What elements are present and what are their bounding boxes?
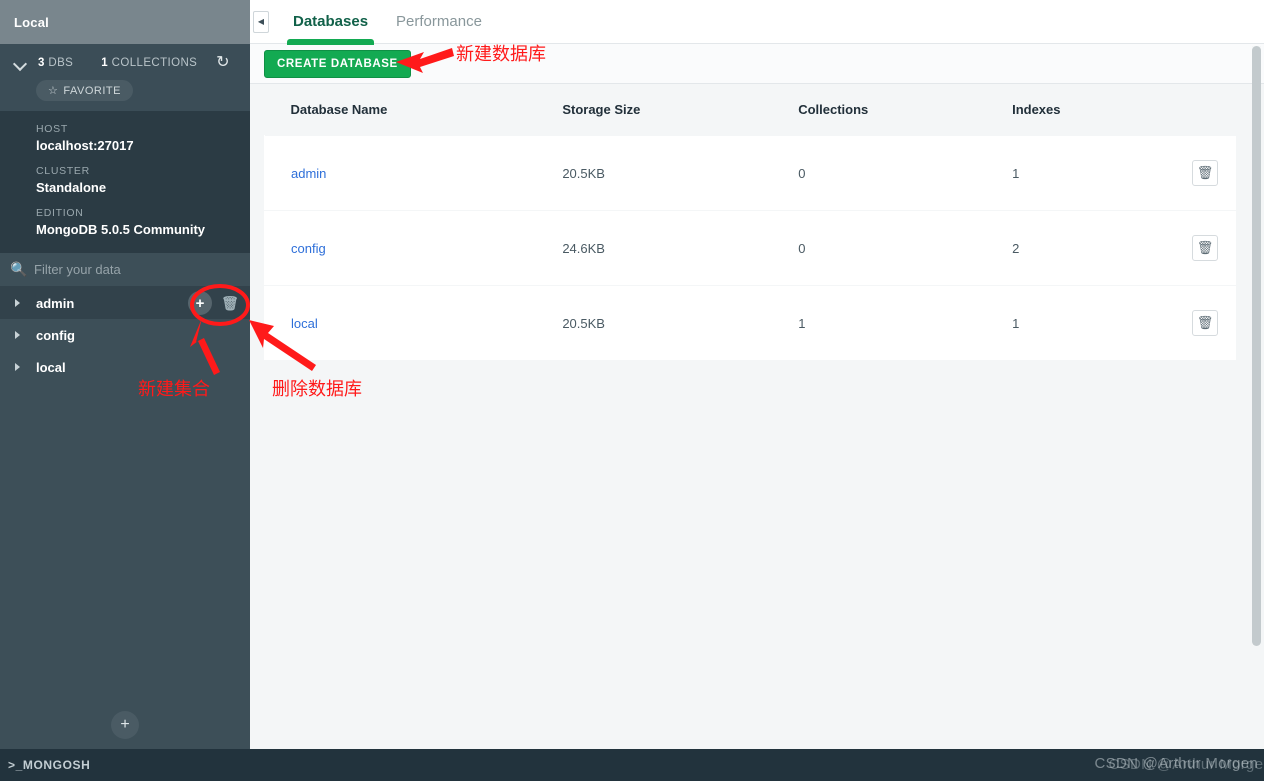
cell-storage-size: 20.5KB <box>536 285 773 361</box>
connection-stats-panel: 3 DBS 1 COLLECTIONS ↻ ☆ FAVORITE <box>0 44 250 111</box>
chevron-right-icon[interactable] <box>14 298 24 308</box>
mongosh-label: >_MONGOSH <box>8 758 91 772</box>
database-link[interactable]: admin <box>291 166 326 181</box>
cell-indexes: 2 <box>986 210 1166 286</box>
column-actions <box>1165 84 1236 136</box>
column-storage-size: Storage Size <box>536 84 773 136</box>
sidebar-item-local[interactable]: local <box>0 351 250 383</box>
cell-collections: 1 <box>772 285 987 361</box>
database-link[interactable]: local <box>291 316 318 331</box>
toolbar: CREATE DATABASE <box>250 44 1264 84</box>
column-indexes: Indexes <box>986 84 1166 136</box>
sidebar: Local 3 DBS 1 COLLECTIONS ↻ ☆ FAVORITE H… <box>0 0 250 749</box>
collections-count: 1 <box>101 57 109 69</box>
dbs-stat: 3 DBS <box>38 57 73 69</box>
compass-window: Local 3 DBS 1 COLLECTIONS ↻ ☆ FAVORITE H… <box>0 0 1264 781</box>
info-host: HOST localhost:27017 <box>36 123 250 153</box>
database-table: Database Name Storage Size Collections I… <box>264 84 1236 361</box>
stats-row: 3 DBS 1 COLLECTIONS ↻ <box>0 52 250 74</box>
trash-icon[interactable]: 🗑 <box>1191 160 1218 186</box>
sidebar-item-config[interactable]: config <box>0 319 250 351</box>
connection-title: Local <box>14 14 49 30</box>
collections-stat: 1 COLLECTIONS <box>101 57 197 69</box>
info-edition: EDITION MongoDB 5.0.5 Community <box>36 207 250 237</box>
add-connection-button[interactable]: + <box>111 711 139 739</box>
info-edition-value: MongoDB 5.0.5 Community <box>36 222 206 237</box>
sidebar-item-admin[interactable]: admin + 🗑 <box>0 287 250 319</box>
info-cluster-label: CLUSTER <box>36 165 90 177</box>
sidebar-item-label: local <box>36 359 66 375</box>
table-row[interactable]: config 24.6KB 0 2 🗑 <box>264 210 1236 286</box>
scrollbar-thumb[interactable] <box>1252 46 1261 646</box>
tab-performance[interactable]: Performance <box>382 0 496 44</box>
tab-databases-label: Databases <box>293 13 369 30</box>
star-icon: ☆ <box>48 85 59 97</box>
collections-label: COLLECTIONS <box>111 57 198 69</box>
sidebar-item-label: admin <box>36 295 75 311</box>
annotation-label-create-database: 新建数据库 <box>456 44 546 65</box>
database-table-container: Database Name Storage Size Collections I… <box>250 84 1264 361</box>
watermark: CSDN @Arthur Morgen CSDN @Arthur Morgen <box>1095 755 1264 773</box>
plus-icon[interactable]: + <box>188 291 212 315</box>
dbs-count: 3 <box>38 57 45 69</box>
table-body: admin 20.5KB 0 1 🗑 config 24.6KB 0 2 🗑 l… <box>264 135 1236 361</box>
chevron-down-icon[interactable] <box>14 56 28 70</box>
refresh-icon[interactable]: ↻ <box>214 55 232 71</box>
info-cluster: CLUSTER Standalone <box>36 165 250 195</box>
tab-bar: ◀ Databases Performance <box>250 0 1264 45</box>
info-edition-label: EDITION <box>36 207 84 219</box>
cell-storage-size: 24.6KB <box>536 210 773 286</box>
watermark-text-duplicate: CSDN @Arthur Morgen <box>1108 756 1264 773</box>
column-database-name: Database Name <box>264 84 537 136</box>
main-panel: ◀ Databases Performance CREATE DATABASE … <box>250 0 1264 749</box>
favorite-row: ☆ FAVORITE <box>0 74 250 101</box>
connection-info: HOST localhost:27017 CLUSTER Standalone … <box>0 111 250 253</box>
table-row[interactable]: local 20.5KB 1 1 🗑 <box>264 285 1236 361</box>
cell-indexes: 1 <box>986 135 1166 211</box>
mongosh-statusbar[interactable]: >_MONGOSH <box>0 749 1264 781</box>
favorite-label: FAVORITE <box>63 84 121 97</box>
info-host-label: HOST <box>36 123 68 135</box>
main-scrollbar[interactable] <box>1252 46 1261 653</box>
sidebar-titlebar: Local <box>0 0 250 44</box>
chevron-right-icon[interactable] <box>14 330 24 340</box>
annotation-label-new-collection: 新建集合 <box>138 379 210 400</box>
database-link[interactable]: config <box>291 241 326 256</box>
annotation-label-drop-database: 删除数据库 <box>272 379 362 400</box>
table-header-row: Database Name Storage Size Collections I… <box>264 84 1236 136</box>
favorite-button[interactable]: ☆ FAVORITE <box>36 80 133 101</box>
search-icon: 🔍 <box>10 261 28 277</box>
database-list: admin + 🗑 config local <box>0 287 250 383</box>
dbs-label: DBS <box>48 57 74 69</box>
cell-indexes: 1 <box>986 285 1166 361</box>
trash-icon[interactable]: 🗑 <box>1191 235 1218 261</box>
search-input[interactable] <box>34 262 214 277</box>
collapse-sidebar-button[interactable]: ◀ <box>253 10 269 33</box>
sidebar-item-label: config <box>36 327 75 343</box>
column-collections: Collections <box>772 84 987 136</box>
info-cluster-value: Standalone <box>36 180 107 195</box>
tab-databases[interactable]: Databases <box>279 0 382 45</box>
table-row[interactable]: admin 20.5KB 0 1 🗑 <box>264 135 1236 211</box>
cell-collections: 0 <box>772 135 987 211</box>
chevron-right-icon[interactable] <box>14 362 24 372</box>
cell-storage-size: 20.5KB <box>536 135 773 211</box>
info-host-value: localhost:27017 <box>36 138 134 153</box>
trash-icon[interactable]: 🗑 <box>1191 310 1218 336</box>
database-row-actions: + 🗑 <box>188 287 240 319</box>
trash-icon[interactable]: 🗑 <box>220 293 240 313</box>
cell-collections: 0 <box>772 210 987 286</box>
table-header: Database Name Storage Size Collections I… <box>264 84 1236 136</box>
create-database-button[interactable]: CREATE DATABASE <box>264 49 411 78</box>
tab-performance-label: Performance <box>396 13 482 30</box>
filter-row: 🔍 <box>0 253 250 287</box>
